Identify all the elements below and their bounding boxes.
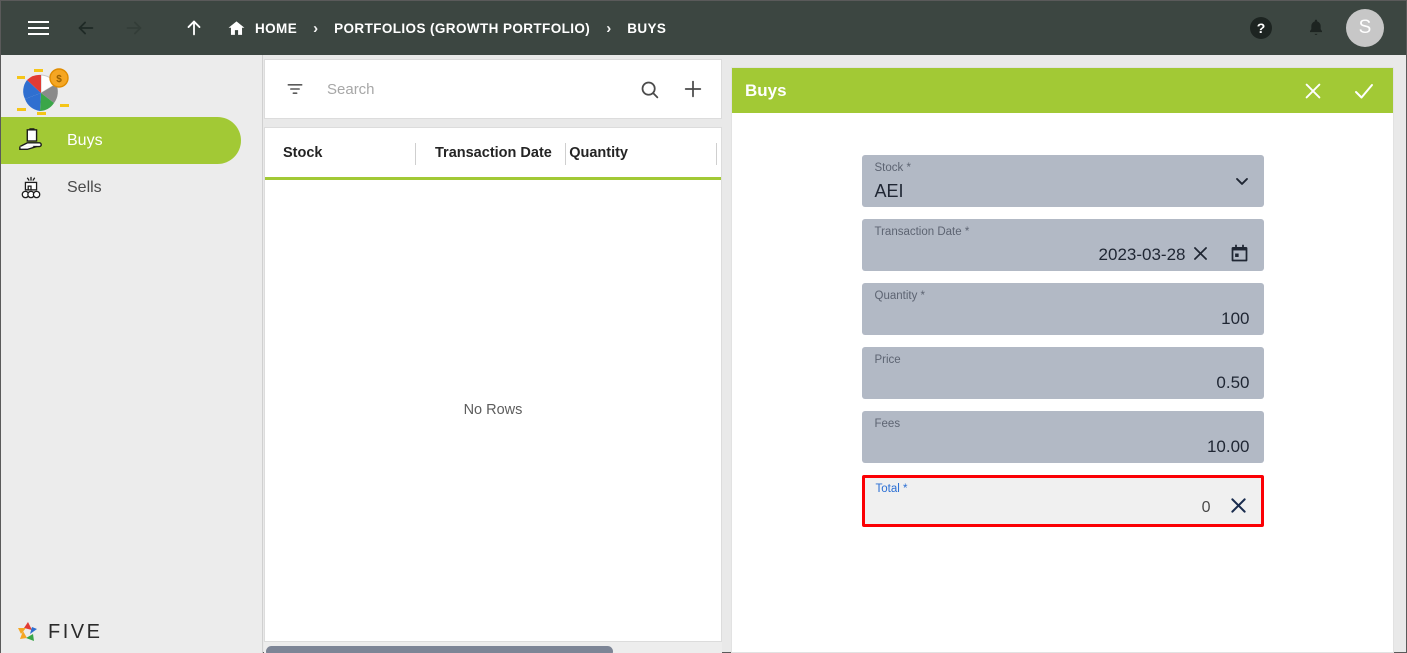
column-header-transaction-date[interactable]: Transaction Date	[435, 145, 552, 161]
sell-coins-icon	[13, 175, 49, 201]
price-field-value: 0.50	[1216, 373, 1250, 392]
sidebar-item-label-sells: Sells	[67, 178, 102, 196]
search-input[interactable]	[327, 80, 627, 98]
total-field-label: Total *	[875, 483, 908, 495]
quantity-field[interactable]: Quantity * 100	[861, 283, 1264, 335]
application-window: HOME › PORTFOLIOS (GROWTH PORTFOLIO) › B…	[0, 0, 1407, 653]
fees-field-value: 10.00	[1206, 437, 1250, 456]
grid-header-row: Stock Transaction Date Quantity	[265, 128, 721, 180]
arrow-up-icon[interactable]	[177, 11, 211, 45]
stock-field[interactable]: Stock * AEI	[861, 155, 1264, 207]
svg-text:$: $	[56, 74, 62, 85]
search-bar	[264, 59, 722, 119]
hamburger-icon[interactable]	[21, 11, 55, 45]
buys-form-panel: Buys Stock * AEI Transaction Date * 2023…	[731, 67, 1394, 653]
fees-field-label: Fees	[874, 418, 901, 430]
horizontal-scrollbar-thumb[interactable]	[266, 646, 613, 653]
avatar[interactable]: S	[1346, 9, 1384, 47]
help-icon[interactable]: ?	[1250, 17, 1272, 39]
empty-state-message: No Rows	[463, 402, 523, 418]
sidebar-item-label-buys: Buys	[67, 131, 103, 149]
five-brand-text: FIVE	[48, 620, 103, 643]
column-header-quantity[interactable]: Quantity	[569, 145, 628, 161]
grid-body: No Rows	[265, 180, 721, 640]
records-grid: Stock Transaction Date Quantity No Rows	[264, 127, 722, 642]
total-field-value: 0	[1201, 499, 1211, 516]
check-icon[interactable]	[1352, 79, 1376, 103]
total-field[interactable]: Total * 0	[861, 475, 1264, 527]
topbar-actions: ? S	[1250, 9, 1406, 47]
calendar-icon[interactable]	[1229, 243, 1250, 264]
breadcrumb-separator: ›	[606, 19, 612, 37]
five-star-logo	[15, 619, 41, 645]
transaction-date-field-label: Transaction Date *	[874, 226, 970, 238]
stock-field-label: Stock *	[874, 162, 911, 174]
arrow-left-icon[interactable]	[69, 11, 103, 45]
transaction-date-field[interactable]: Transaction Date * 2023-03-28	[861, 219, 1264, 271]
search-icon[interactable]	[627, 79, 671, 100]
breadcrumb-buys[interactable]: BUYS	[627, 21, 666, 36]
column-header-stock[interactable]: Stock	[283, 145, 323, 161]
form-body: Stock * AEI Transaction Date * 2023-03-2…	[732, 113, 1393, 527]
breadcrumb-separator: ›	[313, 19, 319, 37]
price-field-label: Price	[874, 354, 901, 366]
breadcrumb-portfolios[interactable]: PORTFOLIOS (GROWTH PORTFOLIO)	[334, 21, 590, 36]
close-icon[interactable]	[1191, 244, 1210, 263]
five-brand-logo: FIVE	[15, 619, 102, 645]
bell-icon[interactable]	[1306, 18, 1326, 38]
plus-icon[interactable]	[671, 78, 715, 100]
price-field[interactable]: Price 0.50	[861, 347, 1264, 399]
form-header-actions	[1302, 79, 1393, 103]
column-divider[interactable]	[716, 143, 717, 165]
buy-hand-icon	[13, 127, 49, 154]
sidebar-item-buys[interactable]: Buys	[1, 117, 241, 164]
quantity-field-label: Quantity *	[874, 290, 926, 302]
chevron-down-icon[interactable]	[1232, 171, 1252, 191]
fees-field[interactable]: Fees 10.00	[861, 411, 1264, 463]
breadcrumb-label-home: HOME	[255, 20, 298, 36]
home-icon	[227, 19, 246, 38]
form-header: Buys	[732, 68, 1393, 113]
sidebar: $ Buys Sells FIVE	[1, 55, 263, 653]
horizontal-scrollbar-track[interactable]	[264, 642, 722, 653]
top-navigation-bar: HOME › PORTFOLIOS (GROWTH PORTFOLIO) › B…	[1, 1, 1406, 55]
column-divider[interactable]	[415, 143, 416, 165]
transaction-date-field-value: 2023-03-28	[1098, 245, 1186, 264]
form-title: Buys	[745, 80, 787, 100]
portfolio-pie-logo: $	[1, 55, 262, 117]
filter-icon[interactable]	[285, 79, 305, 99]
breadcrumb-home[interactable]: HOME	[227, 19, 297, 38]
records-list-panel: Stock Transaction Date Quantity No Rows	[263, 57, 723, 653]
stock-field-value: AEI	[874, 181, 904, 201]
sidebar-item-sells[interactable]: Sells	[1, 164, 262, 211]
quantity-field-value: 100	[1221, 309, 1250, 328]
arrow-right-icon[interactable]	[117, 11, 151, 45]
close-icon[interactable]	[1302, 80, 1324, 102]
column-divider[interactable]	[565, 143, 566, 165]
close-icon[interactable]	[1228, 495, 1249, 516]
